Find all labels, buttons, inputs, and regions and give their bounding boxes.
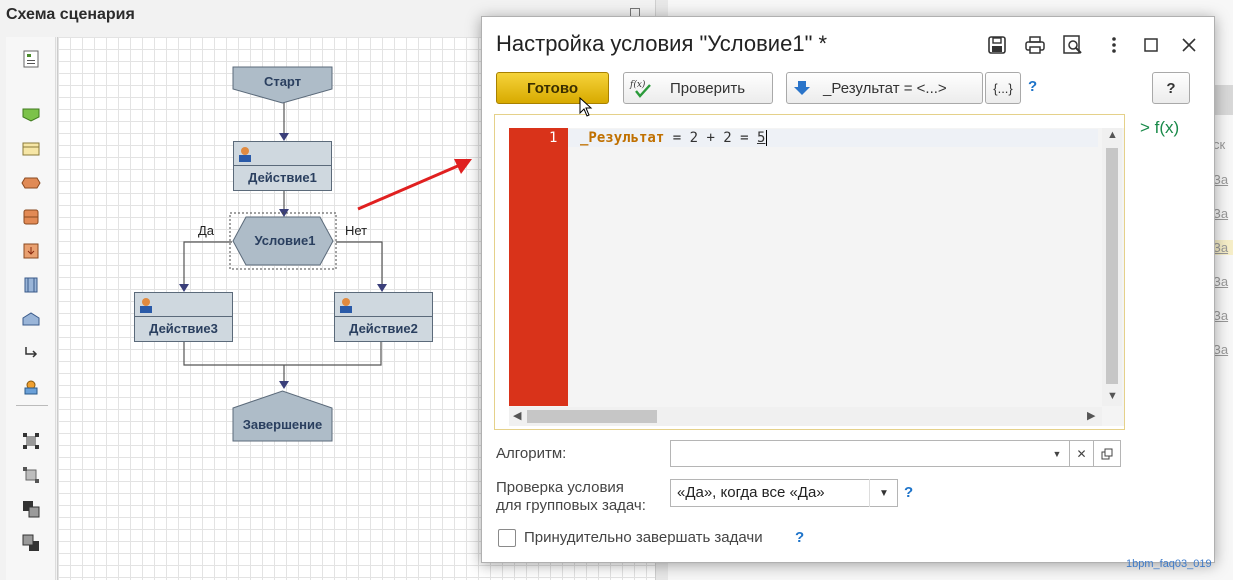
help-link-toolbar[interactable]: ? (1028, 78, 1037, 95)
user-icon (239, 147, 251, 162)
select-all-icon[interactable] (21, 431, 41, 451)
user-icon (140, 298, 152, 313)
editor-horizontal-thumb[interactable] (527, 410, 657, 423)
dialog-title: Настройка условия "Условие1" * (496, 31, 828, 56)
editor-horizontal-scrollbar[interactable]: ◀ ▶ (509, 407, 1102, 426)
code-line[interactable]: _Результат = 2 + 2 = 5 (568, 129, 1098, 147)
connector-icon[interactable] (21, 343, 41, 363)
editor-vertical-thumb[interactable] (1106, 148, 1118, 384)
background-row-link[interactable]: За (1213, 274, 1228, 289)
code-keyword: _Результат (580, 130, 665, 146)
palette-divider (16, 405, 48, 406)
scheme-icon[interactable] (21, 49, 41, 69)
fx-label: f(x) (1154, 118, 1180, 137)
bring-front-icon[interactable] (21, 499, 41, 519)
background-row-link[interactable]: За (1213, 342, 1228, 357)
text-cursor (766, 130, 768, 146)
algorithm-label: Алгоритм: (496, 445, 567, 462)
result-button-label: _Результат = <...> (823, 79, 947, 97)
fx-check-icon: f(x) (629, 79, 651, 98)
check-button-label: Проверить (670, 79, 746, 97)
scroll-down-icon[interactable]: ▼ (1107, 390, 1118, 402)
line-gutter: 1 (509, 128, 568, 406)
group-check-label-line1: Проверка условия (496, 479, 624, 496)
more-icon[interactable] (1102, 33, 1126, 57)
node-action3-label: Действие3 (149, 321, 218, 336)
algorithm-clear-icon[interactable]: ✕ (1069, 440, 1094, 467)
branch-no-label: Нет (345, 223, 368, 238)
node-action2-label: Действие2 (349, 321, 418, 336)
force-finish-checkbox[interactable] (498, 529, 516, 547)
chevron-right-icon: > (1140, 118, 1150, 137)
code-editor[interactable]: 1 _Результат = 2 + 2 = 5 ▲ ▼ ◀ ▶ (494, 114, 1125, 430)
send-back-icon[interactable] (21, 533, 41, 553)
background-row-link[interactable]: За (1213, 206, 1228, 221)
editor-vertical-scrollbar[interactable]: ▲ ▼ (1102, 128, 1122, 406)
node-action1[interactable]: Действие1 (233, 141, 332, 191)
user-icon (340, 298, 352, 313)
watermark-label: 1bpm_faq03_019 (1126, 558, 1212, 570)
scroll-up-icon[interactable]: ▲ (1107, 129, 1118, 141)
subprocess-shape-icon[interactable] (21, 241, 41, 261)
result-button[interactable]: _Результат = <...> (786, 72, 983, 104)
background-row-link[interactable]: За (1213, 240, 1233, 255)
form-shape-icon[interactable] (21, 139, 41, 159)
condition-shape-icon[interactable] (21, 173, 41, 193)
algorithm-open-icon[interactable] (1093, 440, 1121, 467)
group-check-select[interactable]: «Да», когда все «Да» (670, 479, 898, 507)
node-action2[interactable]: Действие2 (334, 292, 433, 342)
split-shape-icon[interactable] (21, 275, 41, 295)
function-panel-toggle[interactable]: > f(x) (1140, 118, 1179, 138)
background-row-link[interactable]: За (1213, 308, 1228, 323)
algorithm-dropdown-icon[interactable]: ▼ (1045, 440, 1070, 467)
chevron-down-icon[interactable]: ▼ (869, 479, 898, 507)
code-editor-area[interactable]: 1 _Результат = 2 + 2 = 5 ▲ ▼ ◀ ▶ (509, 128, 1124, 426)
help-link-force-finish[interactable]: ? (795, 529, 804, 546)
mouse-pointer-icon (579, 97, 593, 117)
node-start[interactable]: Старт (233, 74, 332, 89)
action-shape-icon[interactable] (21, 105, 41, 125)
condition-settings-dialog: Настройка условия "Условие1" * Готово f(… (481, 16, 1215, 563)
scheme-title: Схема сценария (6, 6, 135, 23)
line-number: 1 (549, 130, 558, 146)
branch-yes-label: Да (198, 223, 215, 238)
help-button[interactable]: ? (1152, 72, 1190, 104)
close-icon[interactable] (1177, 33, 1201, 57)
algorithm-input[interactable] (670, 440, 1070, 467)
insert-braces-button[interactable]: {...} (985, 72, 1021, 104)
save-icon[interactable] (985, 33, 1009, 57)
svg-text:f(x): f(x) (629, 79, 646, 90)
node-action1-label: Действие1 (248, 170, 317, 185)
node-condition1[interactable]: Условие1 (233, 233, 337, 248)
node-action3[interactable]: Действие3 (134, 292, 233, 342)
print-icon[interactable] (1023, 33, 1047, 57)
preview-icon[interactable] (1061, 33, 1085, 57)
scroll-left-icon[interactable]: ◀ (513, 409, 521, 422)
code-last-token: 5 (757, 130, 766, 146)
scheme-palette (6, 37, 56, 580)
down-arrow-icon (794, 81, 810, 95)
help-link-group-check[interactable]: ? (904, 484, 913, 501)
database-shape-icon[interactable] (21, 207, 41, 227)
force-finish-label[interactable]: Принудительно завершать задачи (524, 529, 763, 546)
scroll-right-icon[interactable]: ▶ (1087, 409, 1095, 422)
check-button[interactable]: f(x) Проверить (623, 72, 773, 104)
node-end[interactable]: Завершение (233, 417, 332, 432)
merge-shape-icon[interactable] (21, 309, 41, 329)
group-check-label-line2: для групповых задач: (496, 497, 646, 514)
select-icon[interactable] (21, 465, 41, 485)
group-check-label: Проверка условия для групповых задач: (496, 479, 646, 515)
background-row-link[interactable]: За (1213, 172, 1228, 187)
code-expression: = 2 + 2 = (664, 130, 758, 146)
maximize-icon[interactable] (1139, 33, 1163, 57)
end-shape (232, 390, 333, 442)
settings-shape-icon[interactable] (21, 377, 41, 397)
